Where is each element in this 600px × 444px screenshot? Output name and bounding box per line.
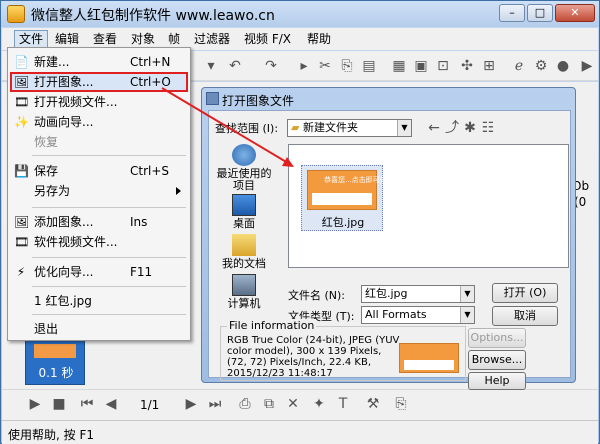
annotation-line (161, 87, 289, 164)
annotation-arrow (161, 87, 294, 167)
annotation-arrowhead (282, 157, 294, 167)
